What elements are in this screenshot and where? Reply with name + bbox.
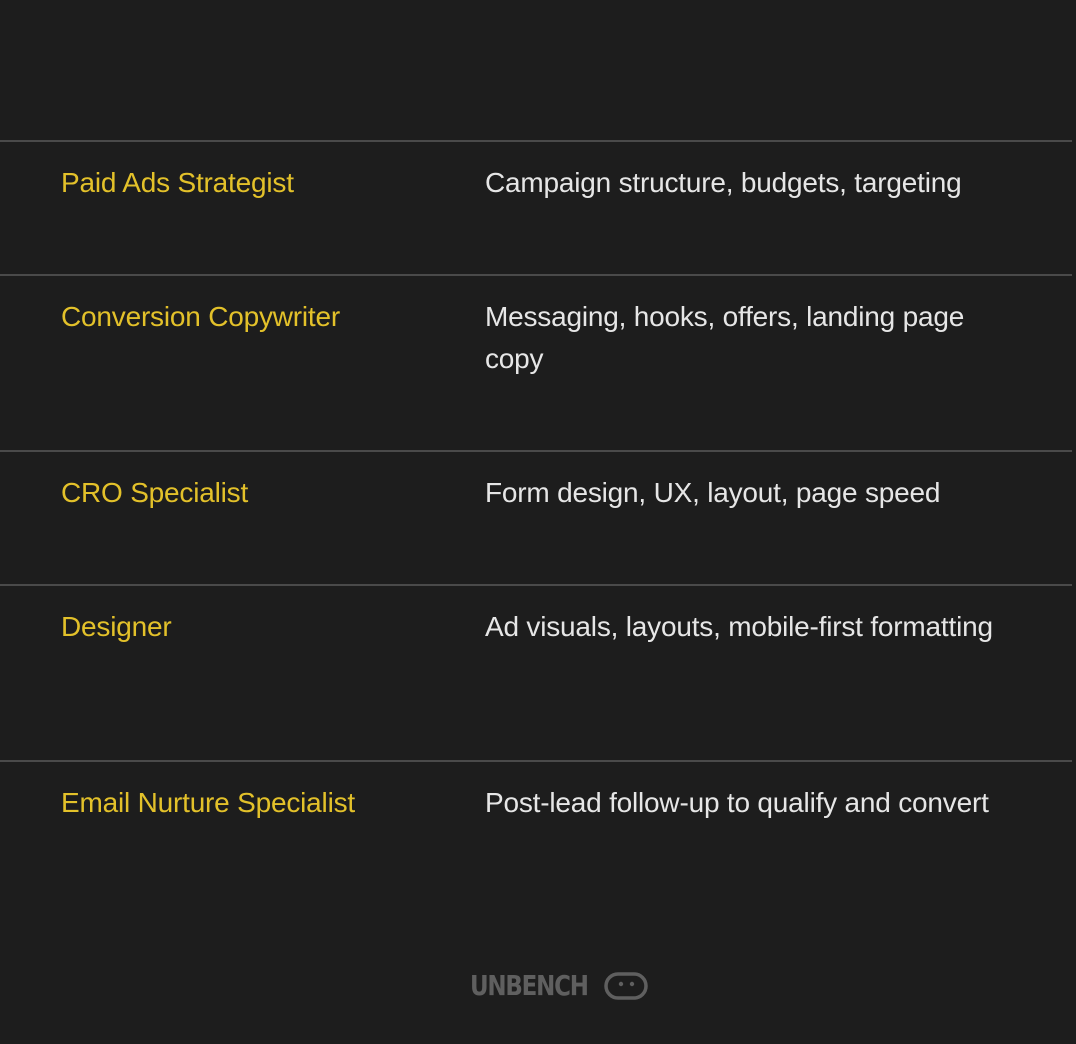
role-description: Post-lead follow-up to qualify and conve… xyxy=(485,787,989,818)
smiley-face-icon xyxy=(604,972,648,1000)
table-row: Designer Ad visuals, layouts, mobile-fir… xyxy=(0,584,1072,760)
roles-table: Paid Ads Strategist Campaign structure, … xyxy=(0,140,1072,910)
table-row: Email Nurture Specialist Post-lead follo… xyxy=(0,760,1072,910)
role-name: Paid Ads Strategist xyxy=(61,167,294,198)
table-row: Paid Ads Strategist Campaign structure, … xyxy=(0,140,1072,274)
role-description: Ad visuals, layouts, mobile-first format… xyxy=(485,611,993,642)
brand-logo: UNBENCH xyxy=(470,968,648,1004)
role-name: Conversion Copywriter xyxy=(61,301,341,332)
table-row: Conversion Copywriter Messaging, hooks, … xyxy=(0,274,1072,450)
role-description: Form design, UX, layout, page speed xyxy=(485,477,941,508)
role-description: Campaign structure, budgets, targeting xyxy=(485,167,962,198)
role-name: Email Nurture Specialist xyxy=(61,787,355,818)
role-name: CRO Specialist xyxy=(61,477,249,508)
role-description: Messaging, hooks, offers, landing page c… xyxy=(485,301,965,374)
table-row: CRO Specialist Form design, UX, layout, … xyxy=(0,450,1072,584)
role-name: Designer xyxy=(61,611,172,642)
brand-name: UNBENCH xyxy=(470,969,589,1002)
